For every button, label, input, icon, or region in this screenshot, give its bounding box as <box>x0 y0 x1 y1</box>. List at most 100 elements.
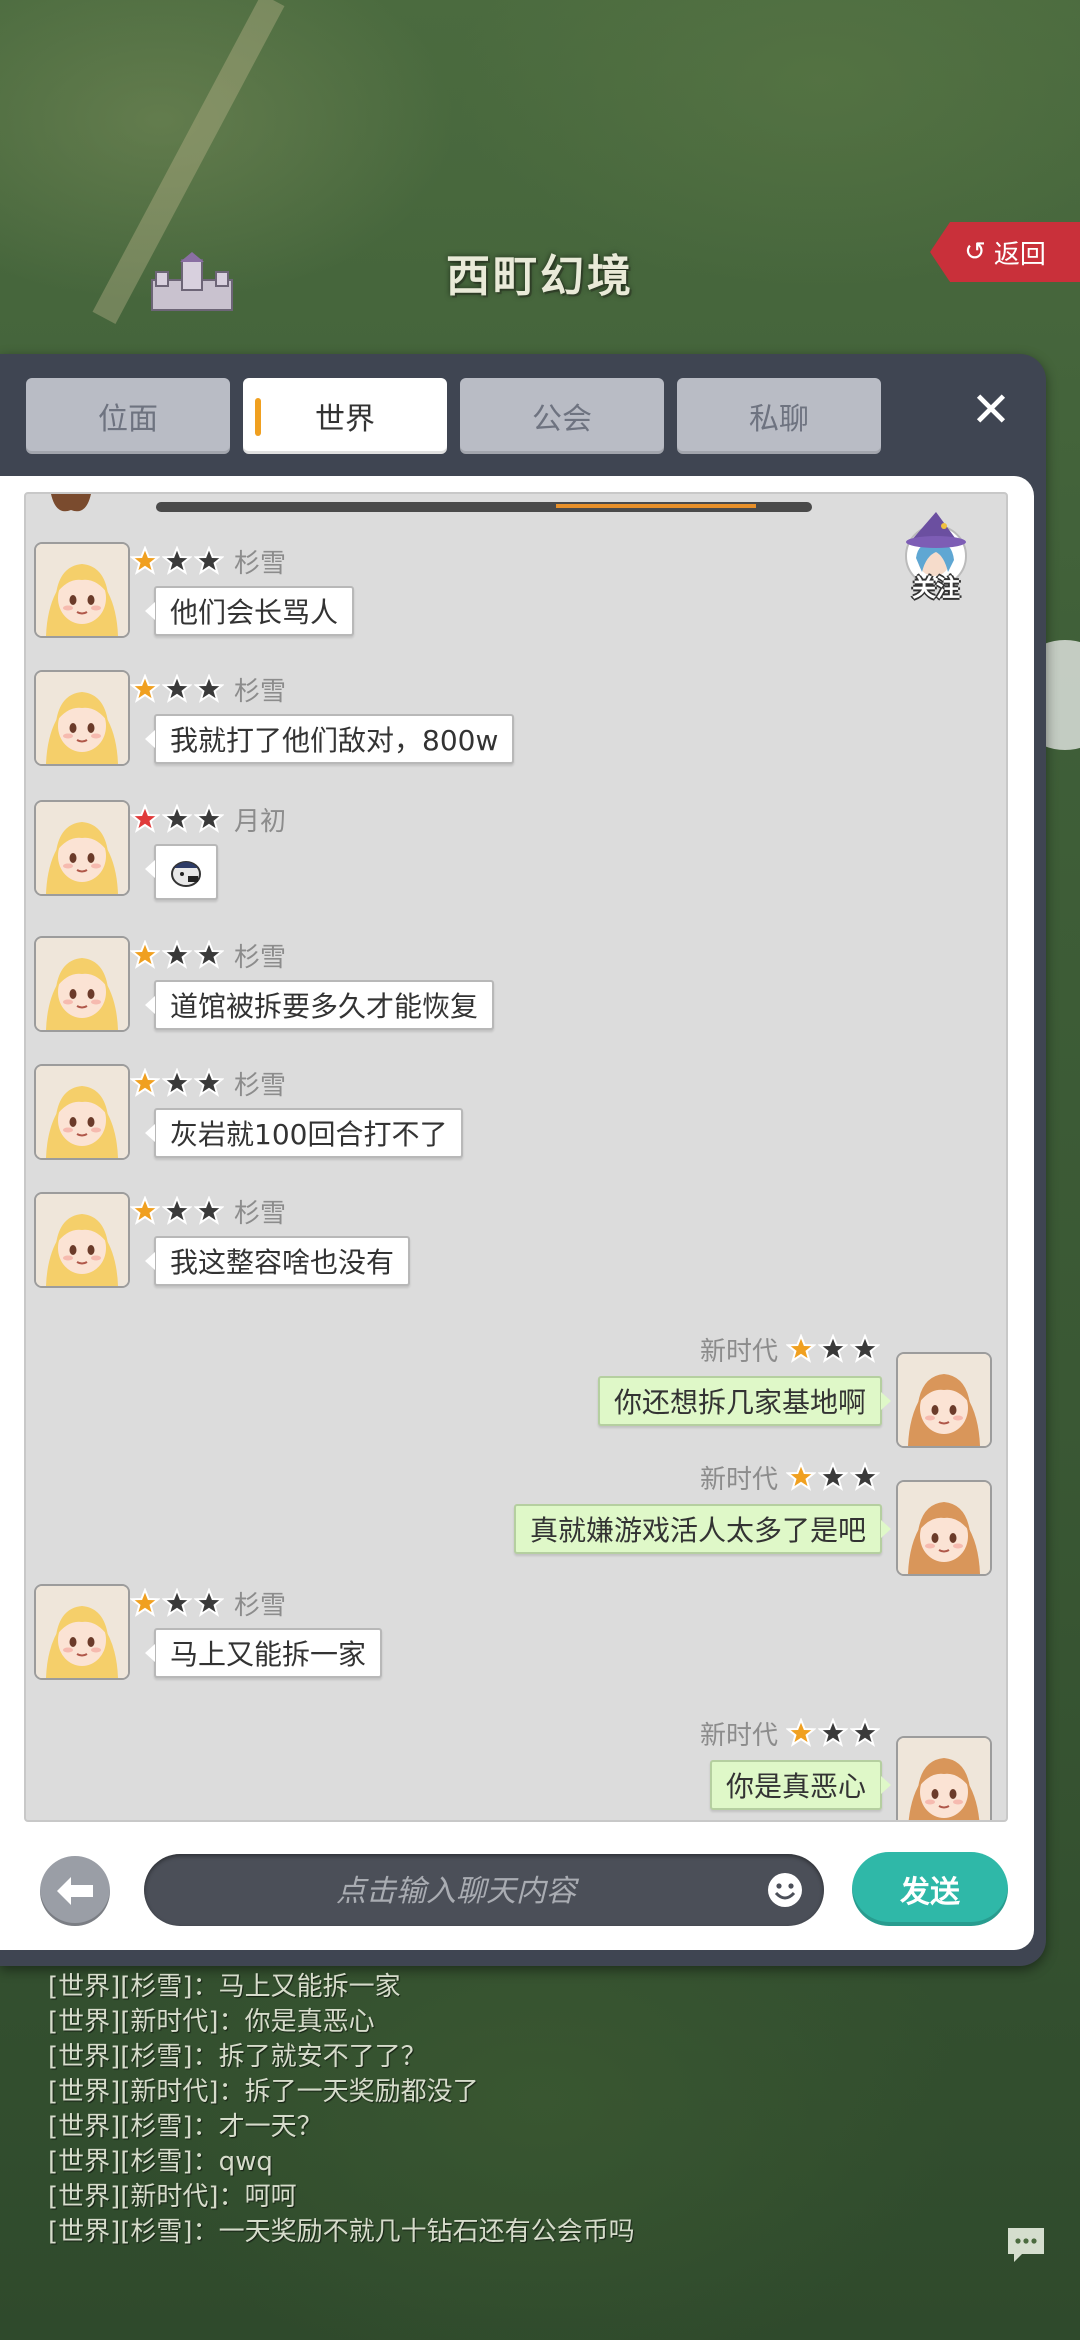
sender-avatar[interactable] <box>34 800 130 896</box>
history-scrollbar[interactable] <box>156 502 812 512</box>
message-bubble[interactable]: 马上又能拆一家 <box>144 1628 383 1678</box>
sender-name[interactable]: 新时代 <box>700 1715 778 1752</box>
emoji-icon[interactable] <box>766 1871 804 1909</box>
message-bubble[interactable] <box>145 844 218 900</box>
tab-plane[interactable]: 位面 <box>26 378 230 454</box>
sender-name[interactable]: 月初 <box>234 801 286 838</box>
sender-name[interactable]: 杉雪 <box>234 1065 286 1102</box>
blonde-girl-avatar-icon <box>36 544 128 636</box>
return-arrow-icon: ↺ <box>964 237 986 267</box>
back-button[interactable] <box>40 1856 110 1926</box>
sender-name[interactable]: 杉雪 <box>234 1585 286 1622</box>
sender-avatar[interactable] <box>34 542 130 638</box>
back-arrow-icon <box>57 1877 93 1905</box>
message-bubble[interactable]: 道馆被拆要多久才能恢复 <box>144 980 495 1030</box>
empty-star-icon <box>194 1068 224 1097</box>
empty-star-icon <box>194 674 224 703</box>
tab-private[interactable]: 私聊 <box>677 378 881 454</box>
sender-avatar[interactable] <box>34 1584 130 1680</box>
tab-guild[interactable]: 公会 <box>460 378 664 454</box>
message-bubble[interactable]: 你还想拆几家基地啊 <box>597 1376 892 1426</box>
empty-star-icon <box>162 804 192 833</box>
scroll-thumb[interactable] <box>556 504 756 508</box>
sender-avatar[interactable] <box>896 1352 992 1448</box>
empty-star-icon <box>162 1588 192 1617</box>
message-bubble[interactable]: 真就嫌游戏活人太多了是吧 <box>513 1504 892 1554</box>
empty-star-icon <box>818 1718 848 1747</box>
message-bubble[interactable]: 他们会长骂人 <box>144 586 355 636</box>
chat-bubble-icon[interactable] <box>1004 2222 1048 2266</box>
sender-name[interactable]: 杉雪 <box>234 1193 286 1230</box>
sender-avatar[interactable] <box>34 670 130 766</box>
message-bubble[interactable]: 我这整容啥也没有 <box>144 1236 411 1286</box>
chat-content: 关注 杉雪 他们会长骂人 杉雪 我就打了他们敌对，800w 月初 杉雪 道馆被拆要多久才能恢… <box>0 476 1034 1950</box>
filled-star-icon <box>130 1196 160 1225</box>
empty-star-icon <box>194 940 224 969</box>
blonde-girl-avatar-icon <box>36 1586 128 1678</box>
sender-line: 新时代 <box>700 1331 880 1368</box>
sender-name[interactable]: 杉雪 <box>234 671 286 708</box>
empty-star-icon <box>850 1462 880 1491</box>
filled-star-icon <box>130 674 160 703</box>
filled-star-icon <box>130 804 160 833</box>
sender-avatar[interactable] <box>34 936 130 1032</box>
world-log-line: [世界][新时代]：呵呵 <box>48 2182 297 2212</box>
empty-star-icon <box>850 1718 880 1747</box>
message-list[interactable]: 关注 杉雪 他们会长骂人 杉雪 我就打了他们敌对，800w 月初 杉雪 道馆被拆要多久才能恢… <box>24 492 1008 1822</box>
channel-tabs: 位面 世界 公会 私聊 <box>26 378 881 454</box>
sender-line: 杉雪 <box>130 671 286 708</box>
sender-line: 杉雪 <box>130 1585 286 1622</box>
filled-star-icon <box>130 1588 160 1617</box>
world-chat-log[interactable]: [世界][杉雪]：马上又能拆一家 [世界][新时代]：你是真恶心 [世界][杉雪]：… <box>48 1970 948 2250</box>
empty-star-icon <box>194 546 224 575</box>
auburn-girl-avatar-icon <box>898 1354 990 1446</box>
world-log-line: [世界][杉雪]：qwq <box>48 2147 273 2177</box>
filled-star-icon <box>130 546 160 575</box>
world-log-line: [世界][杉雪]：马上又能拆一家 <box>48 1972 401 2002</box>
sender-line: 杉雪 <box>130 937 286 974</box>
partial-avatar-icon <box>51 494 91 512</box>
follow-label: 关注 <box>912 574 960 602</box>
message-bubble[interactable]: 我就打了他们敌对，800w <box>144 714 515 764</box>
sticker-icon <box>171 861 201 887</box>
empty-star-icon <box>818 1334 848 1363</box>
sender-name[interactable]: 新时代 <box>700 1459 778 1496</box>
close-icon[interactable]: ✕ <box>965 384 1017 436</box>
sender-line: 新时代 <box>700 1715 880 1752</box>
empty-star-icon <box>818 1462 848 1491</box>
sender-avatar[interactable] <box>34 1064 130 1160</box>
sender-line: 杉雪 <box>130 1193 286 1230</box>
sender-line: 月初 <box>130 801 286 838</box>
sender-line: 新时代 <box>700 1459 880 1496</box>
world-log-line: [世界][杉雪]：一天奖励不就几十钻石还有公会币吗 <box>48 2217 635 2247</box>
chat-input-box[interactable] <box>144 1854 824 1928</box>
sender-avatar[interactable] <box>896 1736 992 1820</box>
tab-world[interactable]: 世界 <box>243 378 447 454</box>
sender-avatar[interactable] <box>896 1480 992 1576</box>
filled-star-icon <box>130 940 160 969</box>
message-bubble[interactable]: 灰岩就100回合打不了 <box>144 1108 464 1158</box>
filled-star-icon <box>786 1718 816 1747</box>
sender-line: 杉雪 <box>130 1065 286 1102</box>
empty-star-icon <box>194 1196 224 1225</box>
sender-avatar[interactable] <box>34 1192 130 1288</box>
sender-name[interactable]: 新时代 <box>700 1331 778 1368</box>
filled-star-icon <box>786 1334 816 1363</box>
follow-button[interactable]: 关注 <box>896 512 976 602</box>
sender-line: 杉雪 <box>130 543 286 580</box>
empty-star-icon <box>162 1068 192 1097</box>
sender-name[interactable]: 杉雪 <box>234 543 286 580</box>
empty-star-icon <box>194 804 224 833</box>
filled-star-icon <box>130 1068 160 1097</box>
message-bubble[interactable]: 你是真恶心 <box>709 1760 892 1810</box>
blonde-girl-avatar-icon <box>36 802 128 894</box>
send-button[interactable]: 发送 <box>852 1852 1008 1926</box>
sender-name[interactable]: 杉雪 <box>234 937 286 974</box>
auburn-girl-avatar-icon <box>898 1482 990 1574</box>
empty-star-icon <box>194 1588 224 1617</box>
world-log-line: [世界][新时代]：你是真恶心 <box>48 2007 375 2037</box>
chat-input[interactable] <box>184 1854 728 1928</box>
return-button[interactable]: ↺ 返回 <box>930 222 1080 282</box>
empty-star-icon <box>162 940 192 969</box>
empty-star-icon <box>162 1196 192 1225</box>
